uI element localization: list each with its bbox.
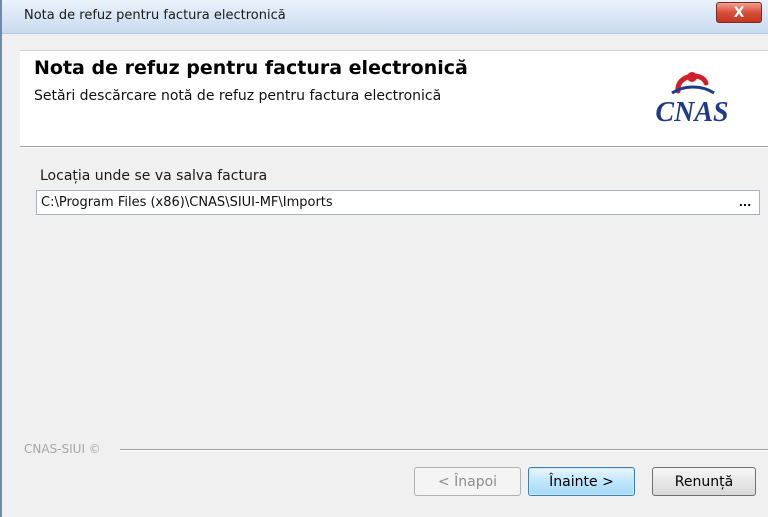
brand-label: CNAS-SIUI © [24, 442, 101, 456]
dialog-window: Nota de refuz pentru factura electronică… [0, 0, 768, 517]
cnas-logo: CNAS [655, 72, 729, 127]
location-field[interactable]: C:\Program Files (x86)\CNAS\SIUI-MF\Impo… [36, 190, 760, 215]
browse-button[interactable]: ... [737, 194, 753, 211]
back-button[interactable]: < Înapoi [414, 467, 521, 496]
close-button[interactable]: X [716, 2, 762, 23]
page-subtitle: Setări descărcare notă de refuz pentru f… [34, 88, 442, 104]
footer-divider [120, 449, 768, 451]
location-value: C:\Program Files (x86)\CNAS\SIUI-MF\Impo… [41, 195, 333, 210]
back-button-label: < Înapoi [437, 473, 498, 490]
page-title: Nota de refuz pentru factura electronică [34, 57, 468, 79]
cancel-button[interactable]: Renunță [652, 467, 756, 496]
location-label: Locația unde se va salva factura [40, 168, 268, 184]
next-button-label: Înainte > [549, 473, 614, 490]
wizard-header: Nota de refuz pentru factura electronică… [20, 50, 768, 147]
header-divider [20, 146, 768, 148]
cancel-button-label: Renunță [674, 473, 734, 490]
next-button[interactable]: Înainte > [528, 467, 635, 496]
close-icon: X [733, 4, 745, 21]
title-bar[interactable]: Nota de refuz pentru factura electronică… [2, 0, 768, 34]
window-title: Nota de refuz pentru factura electronică [24, 8, 286, 23]
logo-text: CNAS [655, 97, 728, 127]
